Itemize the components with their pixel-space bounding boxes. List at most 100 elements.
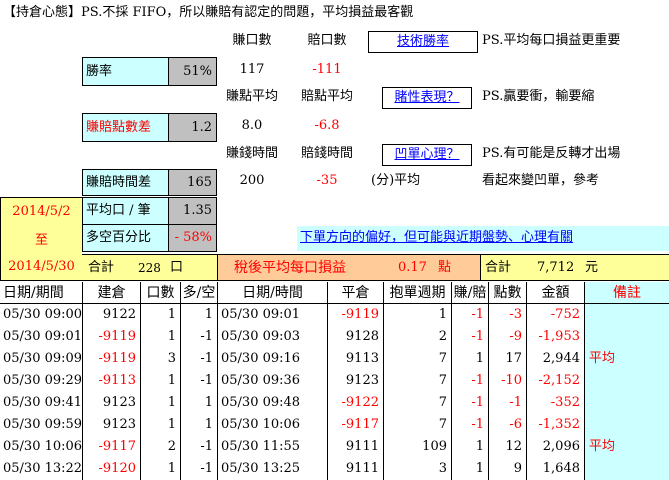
total-amount-unit: 元 <box>585 260 599 275</box>
cell-amount: -752 <box>526 304 584 326</box>
win-rate-label: 勝率 <box>82 57 168 86</box>
avg-win-pts-value: 8.0 <box>241 118 263 133</box>
cell-amount: 1,648 <box>526 458 584 480</box>
gambling-link[interactable]: 賭性表現？ <box>382 87 472 109</box>
cell-remark <box>584 392 669 414</box>
col-header-win-loss: 賺/賠 <box>451 282 488 304</box>
cell-win-loss: -1 <box>451 414 488 436</box>
total-lots-cell: 合計 228 口 <box>82 254 217 281</box>
cell-open-price: -9120 <box>82 458 140 480</box>
cell-amount: -352 <box>526 392 584 414</box>
cell-points: 9 <box>488 458 526 480</box>
cell-points: 12 <box>488 436 526 458</box>
col-header-open-price: 建倉 <box>82 282 140 304</box>
cell-holding-period: 7 <box>383 370 451 392</box>
win-time-header: 賺錢時間 <box>225 146 278 161</box>
time-diff-value: 165 <box>168 169 217 196</box>
col-header-points: 點數 <box>488 282 526 304</box>
cell-open-date: 05/30 13:22 <box>3 461 82 476</box>
cell-open-date: 05/30 09:59 <box>3 417 82 432</box>
total-lots: 228 <box>138 261 161 275</box>
cell-close-time: 05/30 09:16 <box>217 348 327 370</box>
loss-time-header: 賠錢時間 <box>300 146 353 161</box>
cell-remark <box>584 304 669 326</box>
cell-points: 17 <box>488 348 526 370</box>
cell-close-time: 05/30 09:01 <box>217 304 327 326</box>
cell-lots: 1 <box>140 414 180 436</box>
cell-holding-period: 2 <box>383 326 451 348</box>
cell-win-loss: -1 <box>451 370 488 392</box>
after-tax-cell: 稅後平均每口損益 0.17 點 <box>217 254 480 281</box>
col-header-close-time: 日期/時間 <box>217 282 327 304</box>
cell-lots: 1 <box>140 326 180 348</box>
cell-direction: 1 <box>180 304 217 326</box>
cell-close-time: 05/30 13:25 <box>217 458 327 480</box>
win-count-header: 賺口數 <box>232 33 272 48</box>
cell-close-time: 05/30 10:06 <box>217 414 327 436</box>
cell-remark: 平均 <box>584 436 669 458</box>
cell-direction: 1 <box>180 392 217 414</box>
cell-win-loss: -1 <box>451 304 488 326</box>
date-to-word: 至 <box>0 227 82 254</box>
cell-open-price: -9119 <box>82 326 140 348</box>
cell-points: -3 <box>488 304 526 326</box>
loss-count-header: 賠口數 <box>307 33 347 48</box>
cell-lots: 1 <box>140 304 180 326</box>
cell-open-price: -9119 <box>82 348 140 370</box>
cell-points: -6 <box>488 414 526 436</box>
cell-close-price: -9119 <box>327 304 383 326</box>
cell-win-loss: 1 <box>451 436 488 458</box>
cell-win-loss: -1 <box>451 392 488 414</box>
col-header-open-date: 日期/期間 <box>0 282 82 304</box>
cell-holding-period: 7 <box>383 348 451 370</box>
cell-direction: -1 <box>180 370 217 392</box>
cell-amount: 2,944 <box>526 348 584 370</box>
tech-win-rate-link[interactable]: 技術勝率 <box>368 31 478 53</box>
cell-open-price: -9117 <box>82 436 140 458</box>
total2-label: 合計 <box>485 260 512 275</box>
cell-amount: -1,953 <box>526 326 584 348</box>
concave-link[interactable]: 凹單心理？ <box>382 144 472 166</box>
cell-open-price: 9122 <box>82 304 140 326</box>
spreadsheet: { "title": "【持倉心態】PS.不採 FIFO，所以賺賠有認定的問題，… <box>0 0 669 480</box>
cell-win-loss: -1 <box>451 326 488 348</box>
cell-remark: 平均 <box>584 348 669 370</box>
win-rate-value: 51% <box>168 57 217 86</box>
pts-diff-value: 1.2 <box>168 113 217 142</box>
loss-count-value: -111 <box>312 62 342 77</box>
cell-close-time: 05/30 09:48 <box>217 392 327 414</box>
cell-remark <box>584 414 669 436</box>
total-label: 合計 <box>88 260 115 275</box>
cell-amount: -1,352 <box>526 414 584 436</box>
loss-time-value: -35 <box>316 173 338 188</box>
cell-open-date: 05/30 09:09 <box>3 351 82 366</box>
cell-points: -9 <box>488 326 526 348</box>
bias-note-link[interactable]: 下單方向的偏好，但可能與近期盤勢、心理有關 <box>297 226 669 251</box>
unit-avg: (分)平均 <box>371 173 421 188</box>
cell-direction: -1 <box>180 436 217 458</box>
cell-holding-period: 109 <box>383 436 451 458</box>
col-header-close-price: 平倉 <box>327 282 383 304</box>
cell-win-loss: 1 <box>451 458 488 480</box>
cell-amount: 2,096 <box>526 436 584 458</box>
avg-loss-pts-value: -6.8 <box>314 118 340 133</box>
avg-lots-label: 平均口 / 筆 <box>82 197 168 224</box>
cell-remark <box>584 326 669 348</box>
cell-lots: 1 <box>140 458 180 480</box>
cell-holding-period: 7 <box>383 392 451 414</box>
cell-open-date: 05/30 09:00 <box>3 307 82 322</box>
cell-direction: -1 <box>180 458 217 480</box>
cell-remark <box>584 370 669 392</box>
after-tax-unit: 點 <box>438 260 452 275</box>
col-header-lots: 口數 <box>140 282 180 304</box>
cell-open-date: 05/30 10:06 <box>3 439 82 454</box>
avg-win-pts-header: 賺點平均 <box>225 89 278 104</box>
cell-open-date: 05/30 09:01 <box>3 329 82 344</box>
date-from: 2014/5/2 <box>0 197 82 227</box>
cell-open-price: 9123 <box>82 392 140 414</box>
cell-amount: -2,152 <box>526 370 584 392</box>
col-header-direction: 多/空 <box>180 282 217 304</box>
cell-open-date: 05/30 09:29 <box>3 373 82 388</box>
note-win-loss: PS.贏要衝，輸要縮 <box>482 89 595 104</box>
time-diff-label: 賺賠時間差 <box>82 169 168 196</box>
